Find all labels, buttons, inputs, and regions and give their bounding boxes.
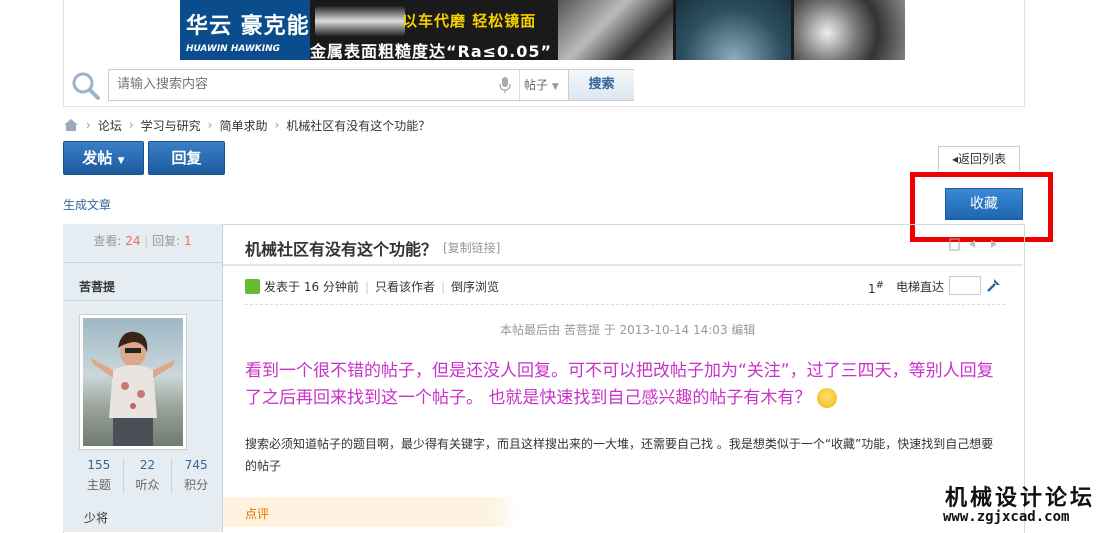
chevron-right-icon: › [86, 118, 91, 132]
post-body: 搜索必须知道帖子的题目啊，最少得有关键字，而且这样搜出来的一大堆，还需要自己找 … [245, 437, 994, 473]
edit-note: 本帖最后由 苦菩提 于 2013-10-14 14:03 编辑 [500, 323, 756, 337]
banner-disc-image [676, 0, 791, 60]
divider [63, 300, 223, 301]
breadcrumb-forum[interactable]: 论坛 [98, 117, 122, 134]
banner-text: 金属表面粗糙度达“Ra≤0.05” [310, 42, 553, 60]
thread-stats: 查看: 24 | 回复: 1 [93, 234, 192, 248]
banner-logo: 华云 豪克能 HUAWIN HAWKING [180, 0, 310, 60]
search-button[interactable]: 搜索 [568, 70, 634, 100]
search-input[interactable] [115, 76, 499, 93]
new-post-button[interactable]: 发帖 ▼ [63, 141, 144, 175]
ad-banner[interactable]: 华云 豪克能 HUAWIN HAWKING 以车代磨 轻松镜面 金属表面粗糙度达… [180, 0, 905, 60]
post-time: 发表于 16 分钟前 [264, 280, 359, 294]
floor-number[interactable]: 1# [868, 280, 884, 296]
author-stats: 155 主题 22 听众 745 积分 [75, 458, 220, 493]
avatar[interactable] [79, 314, 187, 450]
next-icon [991, 240, 997, 248]
reverse-order-link[interactable]: 倒序浏览 [451, 278, 499, 295]
chevron-down-icon: ▼ [551, 82, 559, 92]
person-figure-icon [91, 331, 175, 446]
author-rank: 少将 [84, 511, 109, 525]
post-meta: 发表于 16 分钟前 | 只看该作者 | 倒序浏览 [245, 278, 499, 295]
breadcrumb-help[interactable]: 简单求助 [219, 117, 267, 134]
search-box: 帖子 ▼ 搜索 [108, 69, 634, 101]
banner-machine-image [558, 0, 673, 60]
elevator-input[interactable] [949, 276, 981, 295]
post-body-highlight: 看到一个很不错的帖子，但是还没人回复。可不可以把改帖子加为“关注”，过了三四天，… [245, 361, 994, 408]
rate-label[interactable]: 点评 [245, 505, 269, 522]
breadcrumb-current[interactable]: 机械社区有没有这个功能？ [286, 117, 430, 134]
go-icon[interactable] [986, 277, 1002, 293]
search-scope-select[interactable]: 帖子 ▼ [519, 70, 569, 100]
back-to-list-button[interactable]: ◂返回列表 [938, 146, 1020, 171]
breadcrumb: › 论坛 › 学习与研究 › 简单求助 › 机械社区有没有这个功能？ [63, 116, 430, 134]
prev-icon [969, 240, 975, 248]
reply-button[interactable]: 回复 [148, 141, 225, 175]
banner-balls-image [794, 0, 905, 60]
divider [223, 264, 1023, 266]
elevator-label: 电梯直达 [896, 280, 945, 294]
smiley-icon [816, 388, 837, 408]
divider [245, 304, 1005, 305]
stat-listeners[interactable]: 22 听众 [124, 458, 173, 493]
chevron-down-icon: ▼ [117, 156, 125, 166]
chevron-right-icon: › [274, 118, 280, 132]
microphone-icon[interactable] [499, 77, 511, 93]
banner-slogan: 以车代磨 轻松镜面 [402, 12, 537, 30]
home-icon[interactable] [63, 118, 79, 132]
banner-rod-image [315, 6, 405, 36]
breadcrumb-study[interactable]: 学习与研究 [141, 117, 201, 134]
only-author-link[interactable]: 只看该作者 [375, 278, 435, 295]
watermark-url: www.zgjxcad.com [943, 509, 1070, 525]
stat-points[interactable]: 745 积分 [172, 458, 220, 493]
watermark-title: 机械设计论坛 [945, 486, 1096, 511]
post-title: 机械社区有没有这个功能？ [245, 240, 438, 259]
author-name[interactable]: 苦菩提 [79, 278, 115, 295]
chevron-right-icon: › [207, 118, 213, 132]
chevron-right-icon: › [128, 118, 134, 132]
divider [63, 262, 223, 263]
online-status-icon [245, 279, 260, 294]
stat-topics[interactable]: 155 主题 [75, 458, 124, 493]
search-icon [72, 72, 100, 100]
print-icon [949, 238, 960, 251]
post-nav-icons[interactable] [948, 236, 998, 252]
copy-link[interactable]: [复制链接] [443, 239, 500, 256]
generate-article-link[interactable]: 生成文章 [63, 196, 111, 213]
avatar-image [83, 318, 183, 446]
